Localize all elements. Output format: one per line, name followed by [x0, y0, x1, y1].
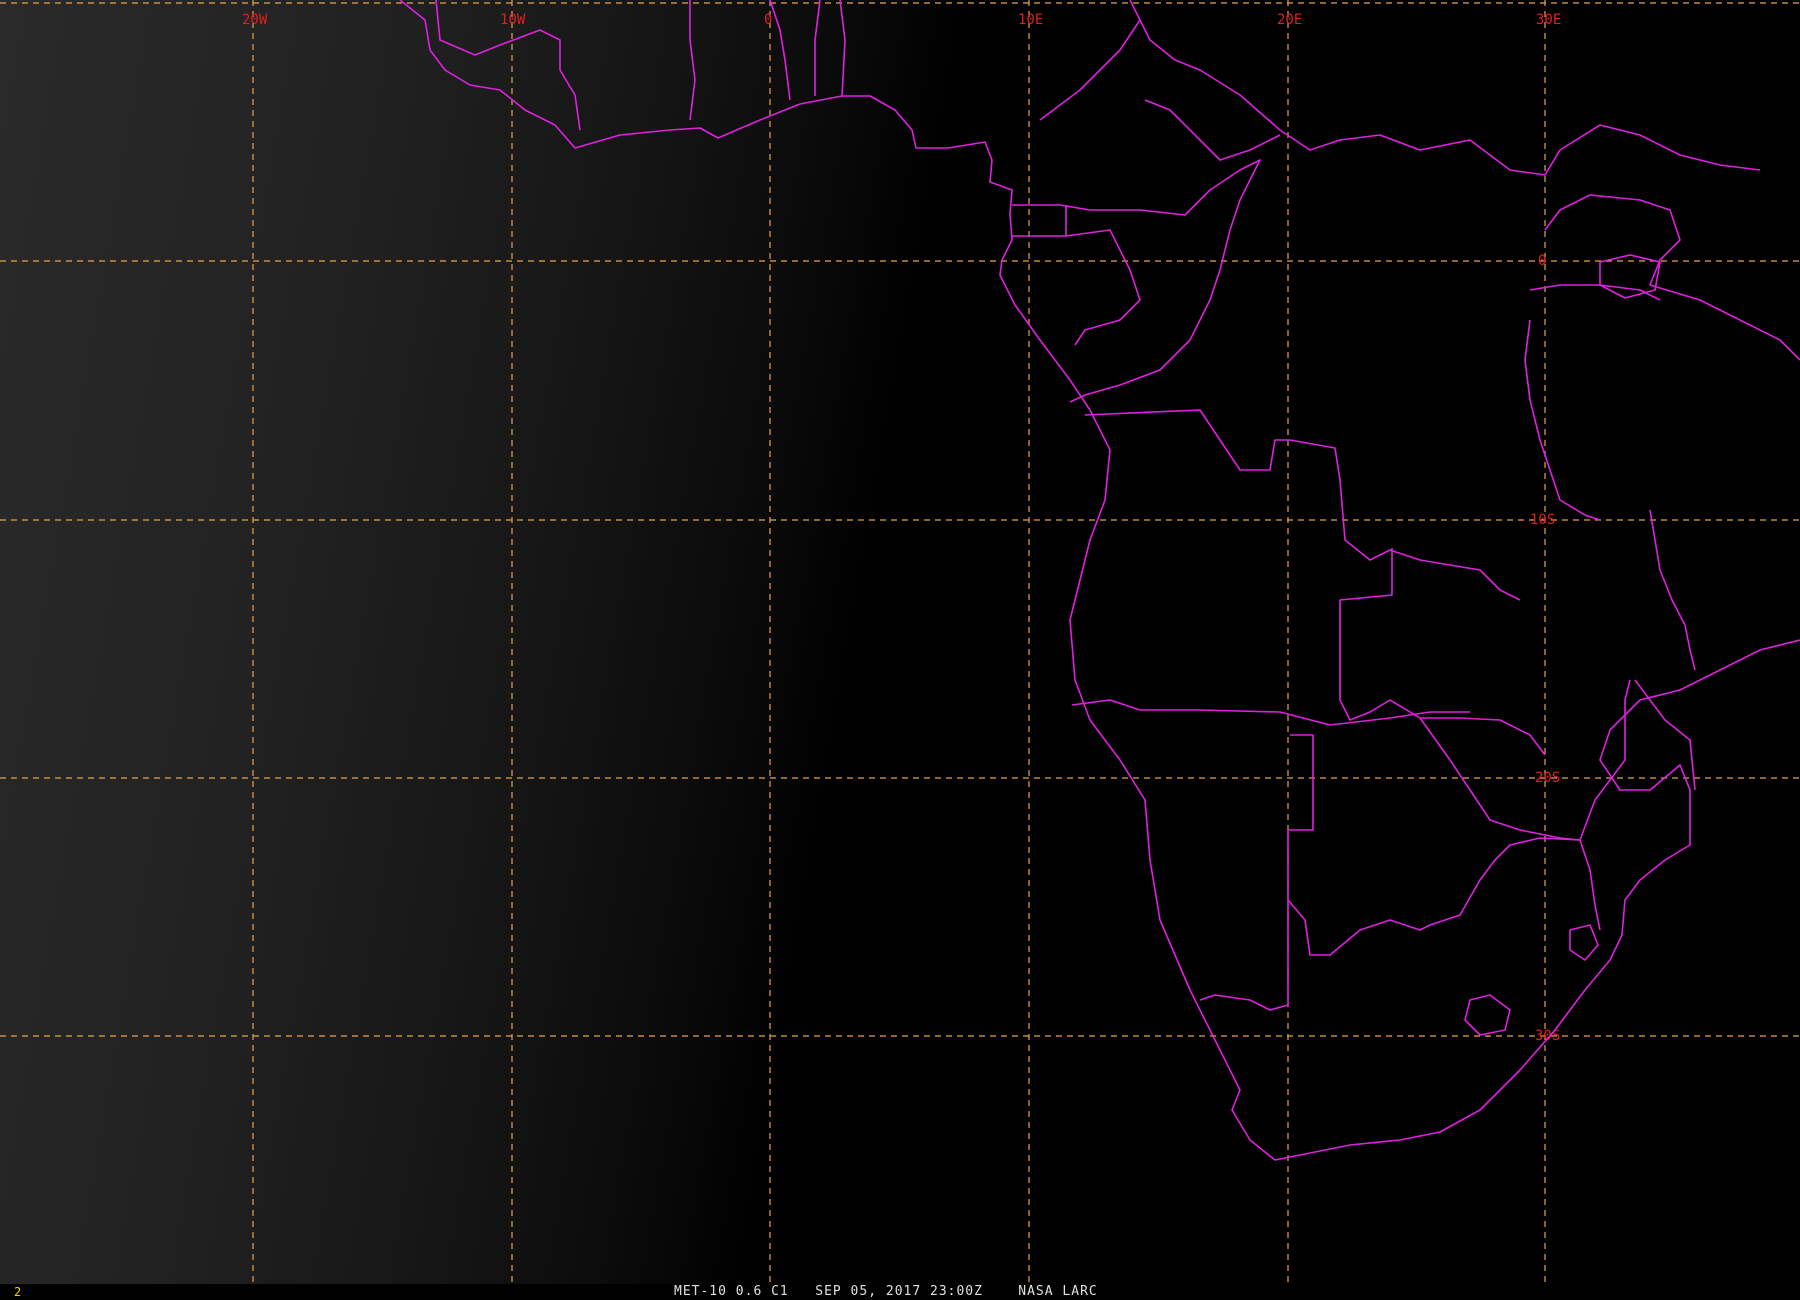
lon-label-30e: 30E: [1536, 12, 1561, 28]
lat-label-30s: 30S: [1535, 1028, 1560, 1044]
status-bar: 2 MET-10 0.6 C1 SEP 05, 2017 23:00Z NASA…: [0, 1284, 1800, 1300]
border-botswana-south: [1287, 837, 1581, 956]
graticule-labels: 20W 10W 0 10E 20E 30E 0 10S 20S 30S: [242, 12, 1561, 1044]
coastline-west-africa: [399, 0, 1800, 1161]
border-east-africa: [1529, 194, 1800, 361]
border-lake-malawi: [1649, 509, 1696, 671]
lat-label-10s: 10S: [1530, 512, 1555, 528]
map-overlay: 20W 10W 0 10E 20E 30E 0 10S 20S 30S: [0, 0, 1800, 1284]
border-car: [1039, 19, 1281, 161]
border-angola-north: [1084, 409, 1521, 601]
lat-label-20s: 20S: [1535, 770, 1560, 786]
graticule: [0, 0, 1800, 1284]
frame-number: 2: [14, 1285, 22, 1299]
border-namibia-botswana: [1199, 734, 1314, 1011]
border-eswatini: [1569, 924, 1599, 961]
border-mozambique: [1579, 679, 1696, 931]
caption-satellite: MET-10: [674, 1284, 727, 1299]
border-sudan: [1129, 0, 1761, 176]
border-angola-zambia: [1339, 548, 1546, 756]
political-boundaries: [399, 0, 1800, 1161]
lon-label-0: 0: [764, 12, 772, 28]
border-congo-drc: [1012, 159, 1261, 403]
border-lake-tanganyika: [1524, 319, 1601, 521]
image-caption: MET-10 0.6 C1 SEP 05, 2017 23:00Z NASA L…: [674, 1284, 1098, 1300]
lon-label-10w: 10W: [500, 12, 526, 28]
lon-label-10e: 10E: [1018, 12, 1043, 28]
caption-channel: 0.6 C1: [735, 1284, 789, 1299]
lon-label-20e: 20E: [1277, 12, 1302, 28]
lat-label-0: 0: [1538, 253, 1546, 269]
lon-label-20w: 20W: [242, 12, 268, 28]
border-zimbabwe: [1419, 679, 1631, 841]
satellite-map: 20W 10W 0 10E 20E 30E 0 10S 20S 30S: [0, 0, 1800, 1284]
border-lesotho: [1464, 994, 1511, 1036]
caption-datetime: SEP 05, 2017 23:00Z: [815, 1284, 983, 1299]
border-gabon: [1012, 205, 1141, 346]
caption-source: NASA LARC: [1018, 1284, 1098, 1299]
